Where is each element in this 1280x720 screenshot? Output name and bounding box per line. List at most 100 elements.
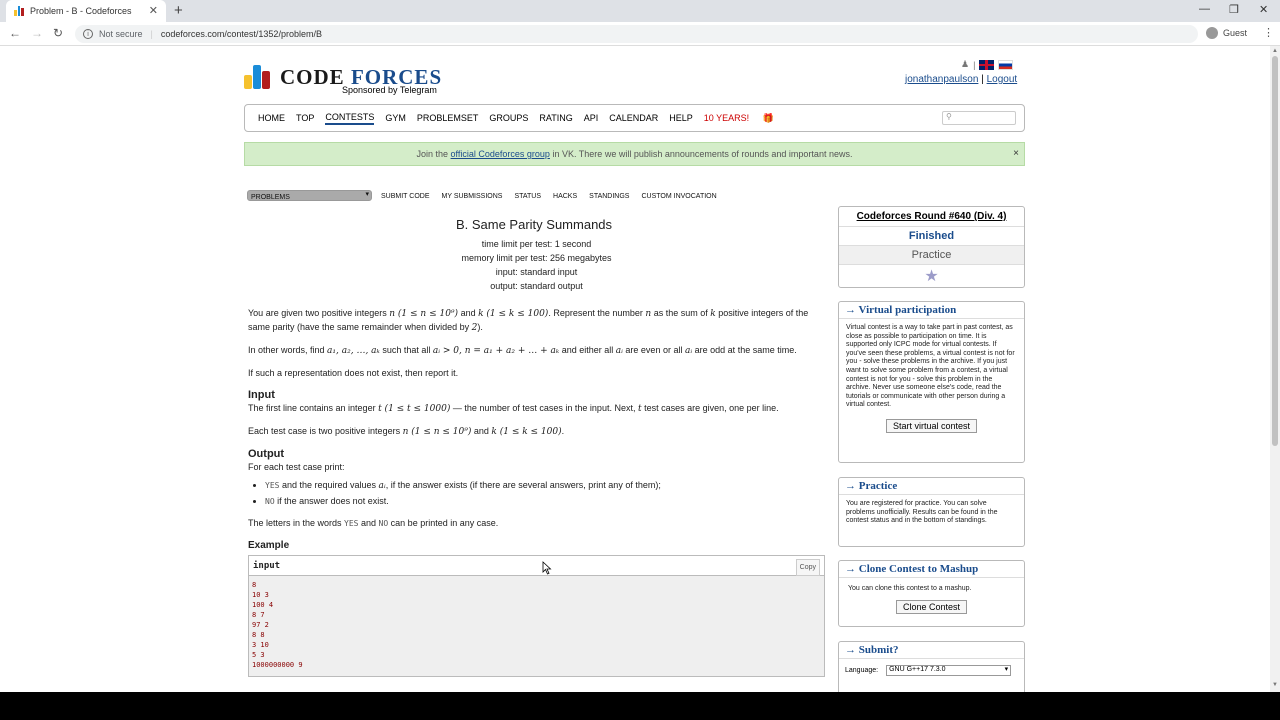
input-spec: input: standard input xyxy=(495,267,578,277)
not-secure-label: Not secure xyxy=(99,29,143,39)
menu-item-help[interactable]: HELP xyxy=(669,113,693,123)
russian-flag-icon[interactable] xyxy=(998,59,1014,70)
subtab-status[interactable]: STATUS xyxy=(511,190,544,203)
subtab-custom-invocation[interactable]: CUSTOM INVOCATION xyxy=(638,190,719,203)
text: . xyxy=(561,426,565,436)
tab-bar: Problem - B - Codeforces ✕ + — ❐ ✕ xyxy=(0,0,1280,22)
math: n (1 ≤ n ≤ 10⁹) xyxy=(402,427,472,437)
codeforces-favicon-icon xyxy=(14,6,25,16)
menu-item-top[interactable]: TOP xyxy=(296,113,314,123)
address-bar-row: ← → ↻ i Not secure | codeforces.com/cont… xyxy=(0,22,1280,46)
user-links: jonathanpaulson | Logout xyxy=(905,74,1017,85)
input-paragraph-2: Each test case is two positive integers … xyxy=(248,425,825,439)
restore-icon[interactable]: ❐ xyxy=(1229,3,1239,16)
math: n (1 ≤ n ≤ 10⁹) xyxy=(389,309,459,319)
close-notice-icon[interactable]: × xyxy=(1013,143,1019,165)
subtab-submit-code[interactable]: SUBMIT CODE xyxy=(378,190,433,203)
sample-line: 8 7 xyxy=(252,611,265,619)
language-value: GNU G++17 7.3.0 xyxy=(889,666,946,673)
menu-item-contests[interactable]: CONTESTS xyxy=(325,112,375,125)
output-spec: output: standard output xyxy=(490,281,583,291)
legend-paragraph-1: You are given two positive integers n (1… xyxy=(248,307,825,335)
legend-paragraph-3: If such a representation does not exist,… xyxy=(248,368,459,378)
virtual-text: Virtual contest is a way to take part in… xyxy=(846,324,1015,409)
text: Each test case is two positive integers xyxy=(248,426,403,436)
back-icon[interactable]: ← xyxy=(9,26,21,40)
problem-statement: B. Same Parity Summands time limit per t… xyxy=(248,218,825,677)
math: k (1 ≤ k ≤ 100) xyxy=(491,427,562,437)
list-item: NO if the answer does not exist. xyxy=(265,495,825,508)
text: You are given two positive integers xyxy=(248,308,390,318)
text: and xyxy=(458,308,479,318)
sample-input-label: input xyxy=(253,561,281,571)
memory-limit: memory limit per test: 256 megabytes xyxy=(461,253,612,263)
text: , if the answer exists (if there are sev… xyxy=(385,480,661,490)
code: YES xyxy=(265,481,280,490)
sponsor-text: Sponsored by Telegram xyxy=(342,85,437,95)
text: and the required values xyxy=(279,480,379,490)
avatar-icon xyxy=(1206,27,1218,39)
ten-years-label: 10 YEARS! xyxy=(703,112,750,123)
forward-icon[interactable]: → xyxy=(31,26,43,40)
menu-item-groups[interactable]: GROUPS xyxy=(489,113,528,123)
browser-window: Problem - B - Codeforces ✕ + — ❐ ✕ ← → ↻… xyxy=(0,0,1280,692)
language-row: Language: GNU G++17 7.3.0 xyxy=(839,659,1024,682)
menu-dots-icon[interactable]: ⋮ xyxy=(1263,26,1274,39)
codeforces-logo[interactable]: CODE FORCES Sponsored by Telegram xyxy=(244,63,442,95)
virtual-participation-box: → Virtual participation Virtual contest … xyxy=(838,301,1025,463)
menu-item-rating[interactable]: RATING xyxy=(539,113,572,123)
sample-input-box: input Copy 8 10 3 100 4 8 7 97 2 8 8 3 1… xyxy=(248,555,825,677)
logo-code: CODE xyxy=(280,65,345,89)
subtab-problems[interactable]: PROBLEMS xyxy=(247,190,372,201)
star-icon[interactable]: ★ xyxy=(839,265,1024,287)
scroll-down-icon[interactable]: ▼ xyxy=(1272,682,1278,688)
copy-button[interactable]: Copy xyxy=(795,559,820,576)
notice-post: in VK. There we will publish announcemen… xyxy=(549,149,853,159)
language-select[interactable]: GNU G++17 7.3.0 xyxy=(886,665,1012,676)
contest-info-box: Codeforces Round #640 (Div. 4) Finished … xyxy=(838,206,1025,288)
reload-icon[interactable]: ↻ xyxy=(53,26,63,40)
menu-item-10-years[interactable]: 10 YEARS! 🎁 xyxy=(704,113,785,124)
new-tab-icon[interactable]: + xyxy=(174,2,183,19)
scroll-up-icon[interactable]: ▲ xyxy=(1272,48,1278,54)
subtab-hacks[interactable]: HACKS xyxy=(550,190,580,203)
menu-item-calendar[interactable]: CALENDAR xyxy=(609,113,658,123)
page-scrollbar[interactable]: ▲ ▼ xyxy=(1270,46,1280,692)
close-tab-icon[interactable]: ✕ xyxy=(149,4,158,17)
page-content: CODE FORCES Sponsored by Telegram ♟ | jo… xyxy=(0,46,1270,692)
contest-subtabs: PROBLEMS SUBMIT CODE MY SUBMISSIONS STAT… xyxy=(239,190,720,203)
search-input[interactable]: ⚲ xyxy=(942,111,1016,125)
close-window-icon[interactable]: ✕ xyxy=(1259,3,1268,16)
menu-item-problemset[interactable]: PROBLEMSET xyxy=(417,113,479,123)
language-switcher: ♟ | xyxy=(961,59,1014,70)
subtab-standings[interactable]: STANDINGS xyxy=(586,190,632,203)
browser-tab[interactable]: Problem - B - Codeforces ✕ xyxy=(6,0,166,22)
time-limit: time limit per test: 1 second xyxy=(481,239,592,249)
minimize-icon[interactable]: — xyxy=(1199,3,1210,15)
round-link[interactable]: Codeforces Round #640 (Div. 4) xyxy=(857,211,1007,222)
practice-title: → Practice xyxy=(839,478,1024,495)
menu-item-gym[interactable]: GYM xyxy=(385,113,406,123)
username-link[interactable]: jonathanpaulson xyxy=(905,74,978,85)
info-icon[interactable]: i xyxy=(83,29,93,39)
math: aᵢ xyxy=(615,346,623,356)
menu-item-api[interactable]: API xyxy=(584,113,599,123)
vk-group-link[interactable]: official Codeforces group xyxy=(451,149,550,159)
problem-title: B. Same Parity Summands xyxy=(455,217,613,232)
search-icon: ⚲ xyxy=(946,112,952,121)
notice-pre: Join the xyxy=(416,149,451,159)
sample-input-content[interactable]: 8 10 3 100 4 8 7 97 2 8 8 3 10 5 3 10000… xyxy=(249,576,824,676)
sample-line: 1000000000 9 xyxy=(252,661,303,669)
menu-item-home[interactable]: HOME xyxy=(258,113,285,123)
bell-icon[interactable]: ♟ xyxy=(961,59,969,70)
clone-contest-button[interactable]: Clone Contest xyxy=(895,599,968,614)
subtab-my-submissions[interactable]: MY SUBMISSIONS xyxy=(439,190,506,203)
english-flag-icon[interactable] xyxy=(979,59,995,70)
scrollbar-thumb[interactable] xyxy=(1272,56,1278,446)
vk-notice: Join the official Codeforces group in VK… xyxy=(244,142,1025,166)
text: and either all xyxy=(559,345,616,355)
url-field[interactable]: i Not secure | codeforces.com/contest/13… xyxy=(75,25,1198,43)
logout-link[interactable]: Logout xyxy=(987,74,1018,85)
profile-button[interactable]: Guest xyxy=(1206,27,1247,39)
start-virtual-contest-button[interactable]: Start virtual contest xyxy=(885,418,978,433)
